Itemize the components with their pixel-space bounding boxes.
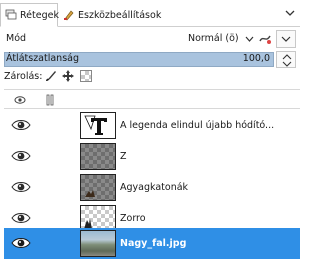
layer-row[interactable]: Z xyxy=(4,141,300,172)
lock-label: Zárolás: xyxy=(4,71,43,82)
eye-icon[interactable] xyxy=(11,119,31,131)
move-lock-icon[interactable] xyxy=(62,70,74,82)
alpha-lock-icon[interactable] xyxy=(80,70,92,82)
paint-lock-icon[interactable] xyxy=(45,70,57,82)
tab-menu-icon[interactable] xyxy=(283,6,297,20)
layer-name[interactable]: A legenda elindul újabb hódító... xyxy=(120,120,274,131)
mode-select[interactable]: Normál (ö) xyxy=(188,33,239,44)
layer-thumbnail xyxy=(80,143,116,170)
lock-row: Zárolás: xyxy=(0,67,300,85)
opacity-slider[interactable]: Átlátszatlanság 100,0 xyxy=(4,52,274,67)
opacity-spin-buttons[interactable] xyxy=(276,51,296,68)
layer-name[interactable]: Agyagkatonák xyxy=(120,182,188,193)
mode-row: Mód Normál (ö) xyxy=(0,27,300,51)
chain-header-icon xyxy=(44,94,56,106)
tool-options-icon xyxy=(63,9,75,21)
layer-row[interactable]: A legenda elindul újabb hódító... xyxy=(4,110,300,141)
layer-row-selected[interactable]: Nagy_fal.jpg xyxy=(4,228,300,259)
eye-icon[interactable] xyxy=(11,150,31,162)
layer-row[interactable]: Agyagkatonák xyxy=(4,172,300,203)
opacity-value: 100,0 xyxy=(242,53,270,64)
layer-name[interactable]: Z xyxy=(120,151,127,162)
dock-tab-bar: Rétegek Eszközbeállítások xyxy=(0,0,300,27)
photo-layer-thumbnail xyxy=(80,230,116,257)
eye-icon[interactable] xyxy=(11,212,31,224)
layer-thumbnail xyxy=(80,174,116,201)
tab-tool-options[interactable]: Eszközbeállítások xyxy=(59,3,162,27)
layers-icon xyxy=(5,9,17,21)
chevron-down-icon[interactable] xyxy=(245,35,254,42)
layer-name[interactable]: Zorro xyxy=(120,213,146,224)
eye-icon[interactable] xyxy=(11,181,31,193)
eye-icon[interactable] xyxy=(11,237,31,249)
mode-dropdown-button[interactable] xyxy=(276,30,296,48)
visibility-header-icon xyxy=(14,94,26,106)
tab-layers-label: Rétegek xyxy=(20,9,59,21)
mode-label: Mód xyxy=(6,33,27,44)
layer-name[interactable]: Nagy_fal.jpg xyxy=(120,238,186,249)
composite-mode-icon[interactable] xyxy=(258,32,272,46)
layer-list-header xyxy=(4,89,300,109)
chevron-down-icon xyxy=(281,36,291,42)
tab-tool-options-label: Eszközbeállítások xyxy=(78,9,162,21)
tab-layers[interactable]: Rétegek xyxy=(0,3,59,27)
text-layer-thumbnail-icon xyxy=(80,112,116,139)
opacity-label: Átlátszatlanság xyxy=(6,53,80,64)
